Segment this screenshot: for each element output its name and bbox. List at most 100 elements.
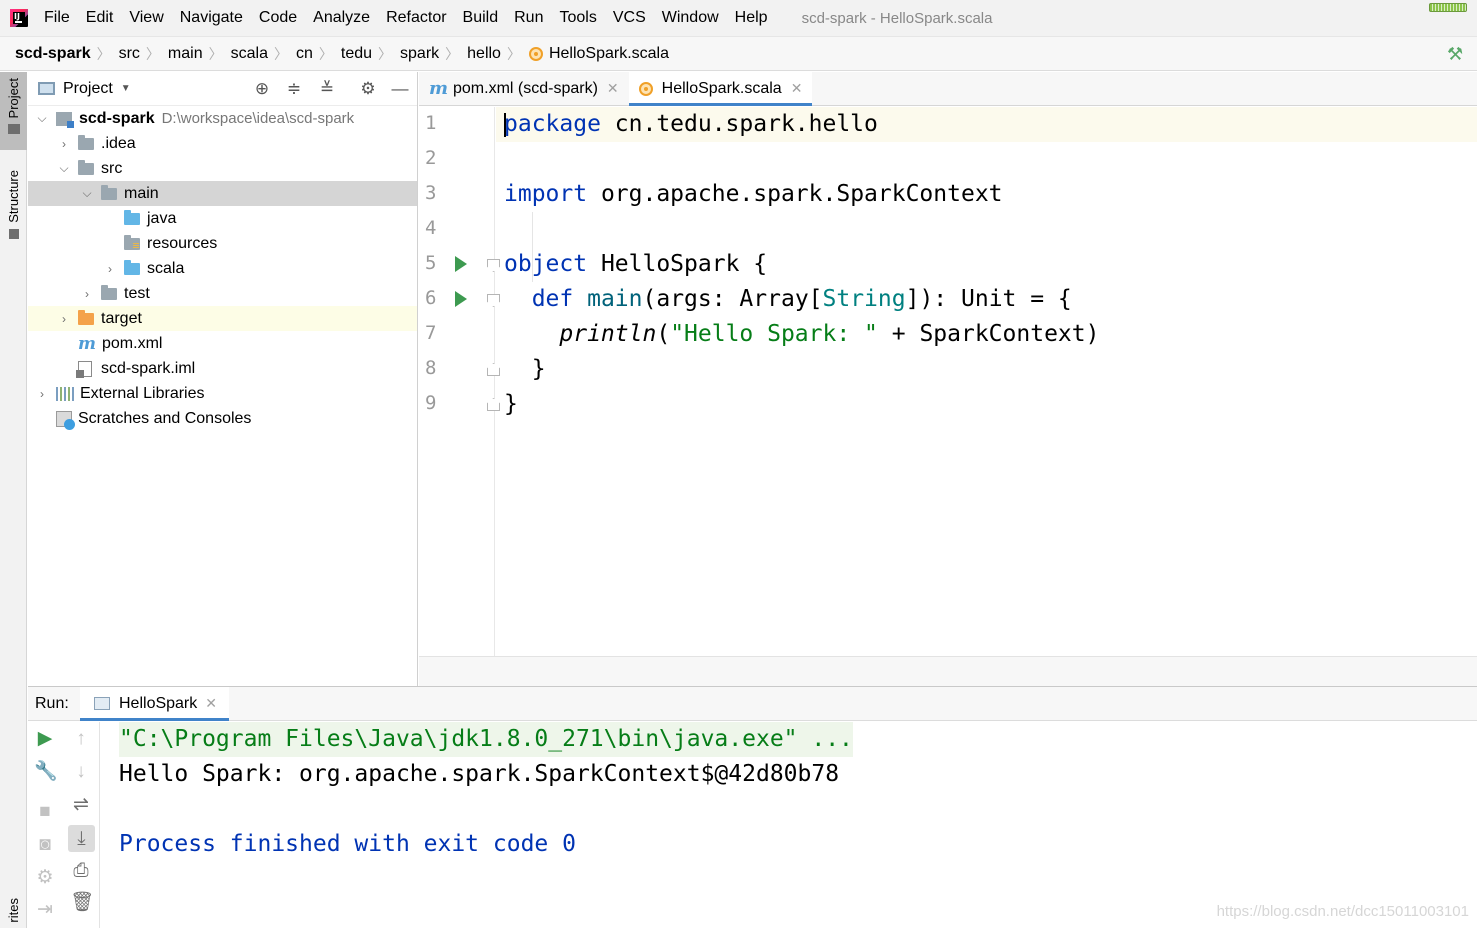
menu-refactor[interactable]: Refactor — [386, 9, 446, 27]
menu-window[interactable]: Window — [662, 9, 719, 27]
tree-item-java[interactable]: › java — [28, 206, 417, 231]
text-caret — [504, 113, 506, 137]
close-icon[interactable]: ✕ — [205, 695, 217, 712]
menu-code[interactable]: Code — [259, 9, 297, 27]
breadcrumb-item-cn[interactable]: cn — [296, 45, 313, 63]
breadcrumb-item-spark[interactable]: spark — [400, 45, 439, 63]
chevron-right-icon[interactable]: › — [81, 287, 93, 301]
tab-pom-xml[interactable]: m pom.xml (scd-spark) ✕ — [419, 72, 629, 105]
run-toolbar: ▶ ↑ 🔧 ↓ ■ ⇌ ◙ ⤓ ⚙ ⎙ ⇥ 🗑 — [28, 722, 100, 928]
line-number: 3 — [425, 182, 437, 204]
stop-icon[interactable]: ■ — [34, 801, 56, 823]
hide-icon[interactable]: — — [391, 80, 409, 98]
tree-item-main[interactable]: ⌵ main — [28, 181, 417, 206]
chevron-down-icon[interactable]: ▼ — [121, 83, 131, 94]
soft-wrap-icon[interactable]: ⇌ — [70, 794, 92, 816]
menu-vcs[interactable]: VCS — [613, 9, 646, 27]
run-gutter-icon[interactable] — [455, 256, 467, 272]
tree-item-scala[interactable]: › scala — [28, 256, 417, 281]
tree-item-src[interactable]: ⌵ src — [28, 156, 417, 181]
settings-icon[interactable]: ⚙ — [34, 867, 56, 889]
breadcrumb-item-project[interactable]: scd-spark — [15, 45, 91, 63]
breadcrumb: scd-spark 〉 src 〉 main 〉 scala 〉 cn 〉 tedu 〉 s… — [0, 36, 1477, 71]
exit-icon[interactable]: ⇥ — [34, 899, 56, 921]
tree-item-pom[interactable]: › m pom.xml — [28, 331, 417, 356]
tab-label: HelloSpark.scala — [661, 79, 782, 97]
breadcrumb-item-scala[interactable]: scala — [231, 45, 268, 63]
menu-build[interactable]: Build — [463, 9, 499, 27]
tree-item-scratches[interactable]: › Scratches and Consoles — [28, 406, 417, 431]
console-output[interactable]: "C:\Program Files\Java\jdk1.8.0_271\bin\… — [119, 722, 1477, 928]
tool-tab-structure[interactable]: Structure — [0, 170, 27, 250]
menu-edit[interactable]: Edit — [86, 9, 114, 27]
menu-analyze[interactable]: Analyze — [313, 9, 370, 27]
menu-navigate[interactable]: Navigate — [180, 9, 243, 27]
tree-item-target[interactable]: › target — [28, 306, 417, 331]
menu-view[interactable]: View — [129, 9, 163, 27]
menu-bar: IJ File Edit View Navigate Code Analyze … — [0, 0, 1477, 36]
menu-file[interactable]: File — [44, 9, 70, 27]
tree-item-test[interactable]: › test — [28, 281, 417, 306]
code-editor[interactable]: package cn.tedu.spark.hello import org.a… — [496, 107, 1477, 656]
tree-item-scd-spark[interactable]: ⌵ scd-spark D:\workspace\idea\scd-spark — [28, 106, 417, 131]
menu-run[interactable]: Run — [514, 9, 543, 27]
project-view-selector[interactable]: Project — [63, 80, 113, 98]
gear-icon[interactable]: ⚙ — [359, 80, 377, 98]
chevron-right-icon[interactable]: › — [58, 312, 70, 326]
line-number: 8 — [425, 357, 437, 379]
tree-item-resources[interactable]: › resources — [28, 231, 417, 256]
chevron-down-icon[interactable]: ⌵ — [36, 111, 48, 126]
breadcrumb-item-hello[interactable]: hello — [467, 45, 501, 63]
trash-icon[interactable]: 🗑 — [70, 892, 94, 914]
project-tree: ⌵ scd-spark D:\workspace\idea\scd-spark … — [28, 106, 417, 431]
editor-gutter[interactable]: 1 2 3 4 5 6 7 8 9 — [419, 107, 500, 656]
chevron-right-icon[interactable]: › — [36, 387, 48, 401]
close-icon[interactable]: ✕ — [607, 80, 619, 97]
print-icon[interactable]: ⎙ — [70, 860, 92, 882]
code-line: println("Hello Spark: " + SparkContext) — [504, 317, 1099, 352]
tool-tab-favorites[interactable]: rites — [0, 898, 27, 928]
breadcrumb-item-tedu[interactable]: tedu — [341, 45, 372, 63]
run-tab-hellospark[interactable]: HelloSpark ✕ — [80, 687, 229, 721]
arrow-up-icon[interactable]: ↑ — [70, 728, 92, 750]
chevron-right-icon[interactable]: › — [58, 137, 70, 151]
breadcrumb-item-src[interactable]: src — [119, 45, 140, 63]
breadcrumb-item-main[interactable]: main — [168, 45, 203, 63]
locate-icon[interactable]: ⊕ — [253, 80, 271, 98]
wrench-icon[interactable]: 🔧 — [34, 761, 58, 783]
menu-tools[interactable]: Tools — [559, 9, 596, 27]
collapse-all-icon[interactable]: ≚ — [318, 80, 336, 98]
expand-all-icon[interactable]: ≑ — [285, 80, 303, 98]
code-keyword: def — [531, 286, 574, 312]
tree-item-iml[interactable]: › scd-spark.iml — [28, 356, 417, 381]
memory-indicator[interactable] — [1429, 3, 1467, 12]
window-title: scd-spark - HelloSpark.scala — [801, 9, 993, 27]
rerun-icon[interactable]: ▶ — [34, 728, 56, 750]
tree-item-external-libraries[interactable]: › External Libraries — [28, 381, 417, 406]
code-line: def main(args: Array[String]): Unit = { — [504, 282, 1072, 317]
close-icon[interactable]: ✕ — [791, 80, 803, 97]
tab-hellospark-scala[interactable]: HelloSpark.scala ✕ — [628, 72, 813, 106]
arrow-down-icon[interactable]: ↓ — [70, 761, 92, 783]
run-gutter-icon[interactable] — [455, 291, 467, 307]
breadcrumb-item-file[interactable]: HelloSpark.scala — [528, 45, 669, 63]
code-text: HelloSpark { — [587, 251, 768, 277]
menu-help[interactable]: Help — [735, 9, 768, 27]
chevron-right-icon[interactable]: › — [104, 262, 116, 276]
hammer-icon[interactable]: ⚒ — [1447, 45, 1467, 63]
chevron-down-icon[interactable]: ⌵ — [81, 186, 93, 201]
project-header: Project ▼ ⊕ ≑ ≚ ⚙ — — [28, 72, 417, 106]
line-number: 5 — [425, 252, 437, 274]
tool-tab-project[interactable]: Project — [0, 72, 27, 150]
code-keyword: import — [504, 181, 588, 207]
code-text: org.apache.spark.SparkContext — [587, 181, 1003, 207]
code-line: import org.apache.spark.SparkContext — [504, 177, 1003, 212]
chevron-down-icon[interactable]: ⌵ — [58, 161, 70, 176]
horizontal-scrollbar[interactable] — [419, 656, 1477, 686]
scroll-to-end-icon[interactable]: ⤓ — [68, 825, 95, 852]
tree-item-idea[interactable]: › .idea — [28, 131, 417, 156]
folder-icon — [7, 124, 20, 135]
module-file-icon — [76, 360, 92, 378]
camera-icon[interactable]: ◙ — [34, 834, 56, 856]
